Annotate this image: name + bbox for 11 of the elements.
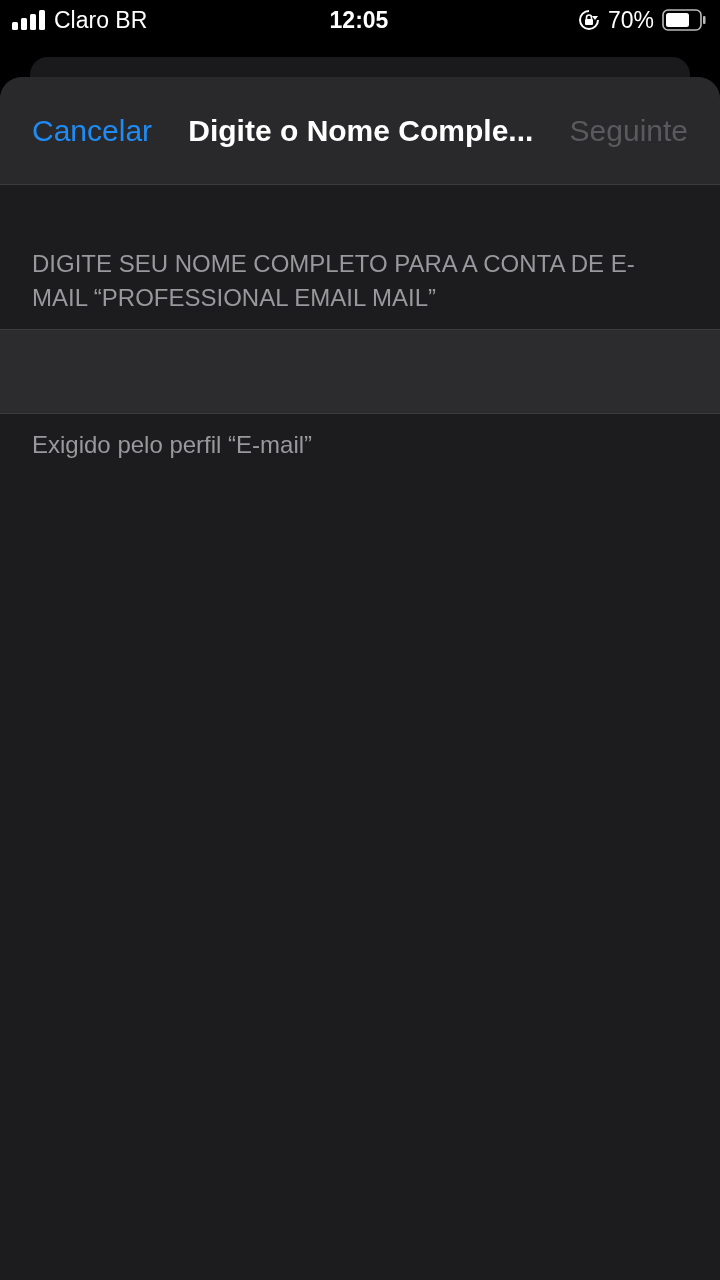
carrier-name: Claro BR (54, 6, 148, 34)
battery-icon (662, 9, 706, 31)
cancel-button[interactable]: Cancelar (32, 113, 153, 148)
screen-title: Digite o Nome Comple... (188, 113, 534, 148)
battery-percent: 70% (607, 6, 654, 34)
section-header: DIGITE SEU NOME COMPLETO PARA A CONTA DE E-MAIL “PROFESSIONAL EMAIL MAIL” (31, 249, 636, 313)
name-input-field[interactable] (0, 329, 720, 414)
rotation-lock-icon (577, 9, 600, 31)
signal-icon (12, 10, 46, 30)
clock-time: 12:05 (329, 6, 389, 34)
section-footer: Exigido pelo perfil “E-mail” (0, 414, 720, 476)
